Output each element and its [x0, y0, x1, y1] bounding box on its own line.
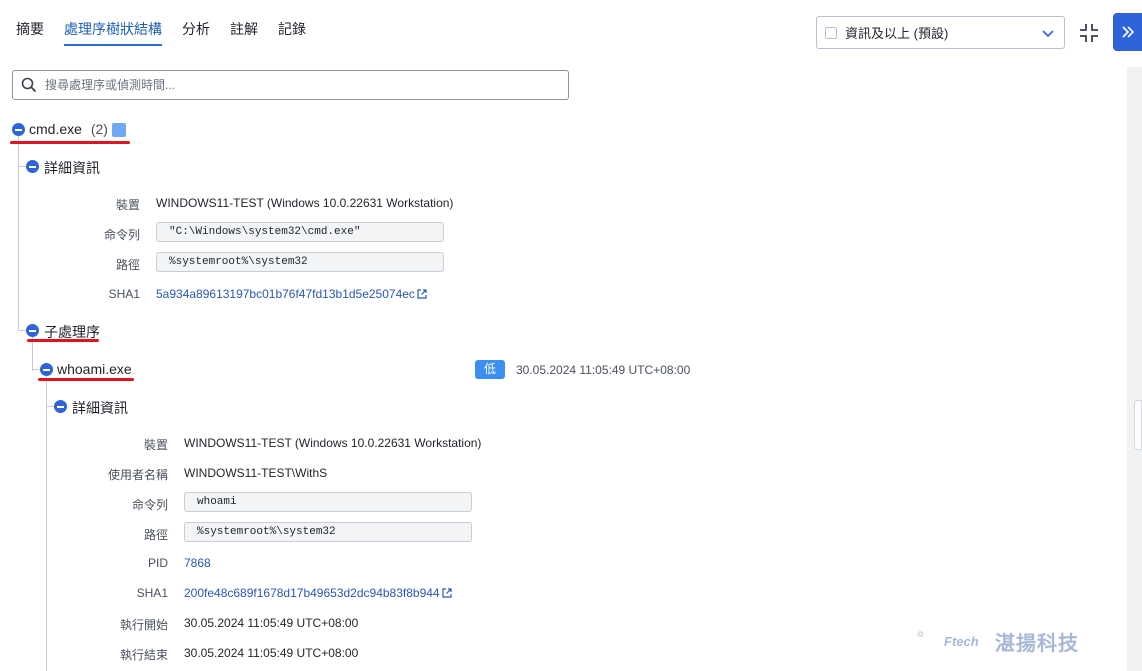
severity-filter-select[interactable]: 資訊及以上 (預設): [816, 16, 1065, 49]
highlight-underline: [10, 141, 130, 144]
external-link-icon: [417, 289, 427, 299]
tab-bar: 摘要 處理序樹狀結構 分析 註解 記錄: [16, 20, 326, 46]
collapse-children-icon[interactable]: [26, 324, 39, 337]
tree-connector: [46, 376, 47, 671]
vertical-scrollbar[interactable]: [1127, 67, 1142, 671]
child-pid-link[interactable]: 7868: [184, 556, 211, 570]
child-user-key: 使用者名稱: [107, 468, 168, 482]
child-pid-key: PID: [147, 556, 168, 570]
sha1-link[interactable]: 5a934a89613197bc01b76f47fd13b1d5e25074ec: [156, 287, 427, 301]
child-device-value: WINDOWS11-TEST (Windows 10.0.22631 Works…: [184, 436, 482, 450]
child-sha1-link[interactable]: 200fe48c689f1678d17b49653d2dc94b83f8b944: [184, 586, 452, 600]
search-box: [12, 70, 569, 100]
expand-panel-button[interactable]: [1113, 13, 1142, 51]
device-value: WINDOWS11-TEST (Windows 10.0.22631 Works…: [156, 196, 454, 210]
path-key: 路徑: [115, 258, 140, 272]
child-device-key: 裝置: [143, 438, 168, 452]
filter-value: 資訊及以上 (預設): [845, 26, 949, 41]
child-path-key: 路徑: [143, 528, 168, 542]
sha1-key: SHA1: [108, 287, 140, 301]
child-cmdline-key: 命令列: [131, 498, 168, 512]
highlight-underline: [27, 339, 99, 342]
cmdline-key: 命令列: [103, 228, 140, 242]
highlight-underline: [38, 378, 134, 381]
search-input[interactable]: [45, 78, 525, 92]
root-process-name[interactable]: cmd.exe (2): [29, 121, 108, 137]
child-cmdline-value: whoami: [184, 492, 472, 512]
tab-process-tree[interactable]: 處理序樹狀結構: [64, 20, 162, 46]
tab-summary[interactable]: 摘要: [16, 20, 44, 46]
collapse-child-icon[interactable]: [40, 363, 53, 376]
child-end-key: 執行結束: [119, 648, 168, 662]
device-key: 裝置: [115, 198, 140, 212]
brand-name-chinese: 湛揚科技: [995, 631, 1079, 655]
severity-badge: 低: [475, 360, 505, 379]
child-end-value: 30.05.2024 11:05:49 UTC+08:00: [184, 646, 359, 660]
child-user-value: WINDOWS11-TEST\WithS: [184, 466, 328, 480]
collapse-child-details-icon[interactable]: [54, 400, 67, 413]
double-chevron-right-icon: [1121, 26, 1134, 38]
collapse-icon[interactable]: [1078, 22, 1100, 44]
child-path-value: %systemroot%\system32: [184, 522, 472, 542]
cmdline-value: "C:\Windows\system32\cmd.exe": [156, 222, 444, 242]
path-value: %systemroot%\system32: [156, 252, 444, 272]
root-process-count: (2): [90, 121, 108, 137]
child-process-name[interactable]: whoami.exe: [57, 361, 132, 377]
collapse-details-icon[interactable]: [26, 160, 39, 173]
child-sha1-key: SHA1: [136, 586, 168, 600]
tab-comments[interactable]: 註解: [230, 20, 258, 46]
child-start-value: 30.05.2024 11:05:49 UTC+08:00: [184, 616, 359, 630]
scrollbar-thumb[interactable]: [1129, 67, 1140, 671]
details-section-label: 詳細資訊: [44, 160, 100, 176]
collapse-root-icon[interactable]: [12, 123, 25, 136]
external-link-icon: [441, 588, 452, 598]
tab-log[interactable]: 記錄: [278, 20, 306, 46]
process-color-marker: [112, 123, 126, 137]
filter-checkbox[interactable]: [825, 26, 837, 39]
tab-analysis[interactable]: 分析: [182, 20, 210, 46]
chevron-down-icon: [1042, 30, 1054, 38]
search-icon: [21, 77, 37, 93]
resize-handle[interactable]: [1134, 400, 1142, 450]
brand-name-latin: Ftech: [944, 634, 979, 649]
child-start-key: 執行開始: [119, 618, 168, 632]
child-timestamp: 30.05.2024 11:05:49 UTC+08:00: [516, 363, 691, 377]
child-details-label: 詳細資訊: [72, 400, 128, 416]
